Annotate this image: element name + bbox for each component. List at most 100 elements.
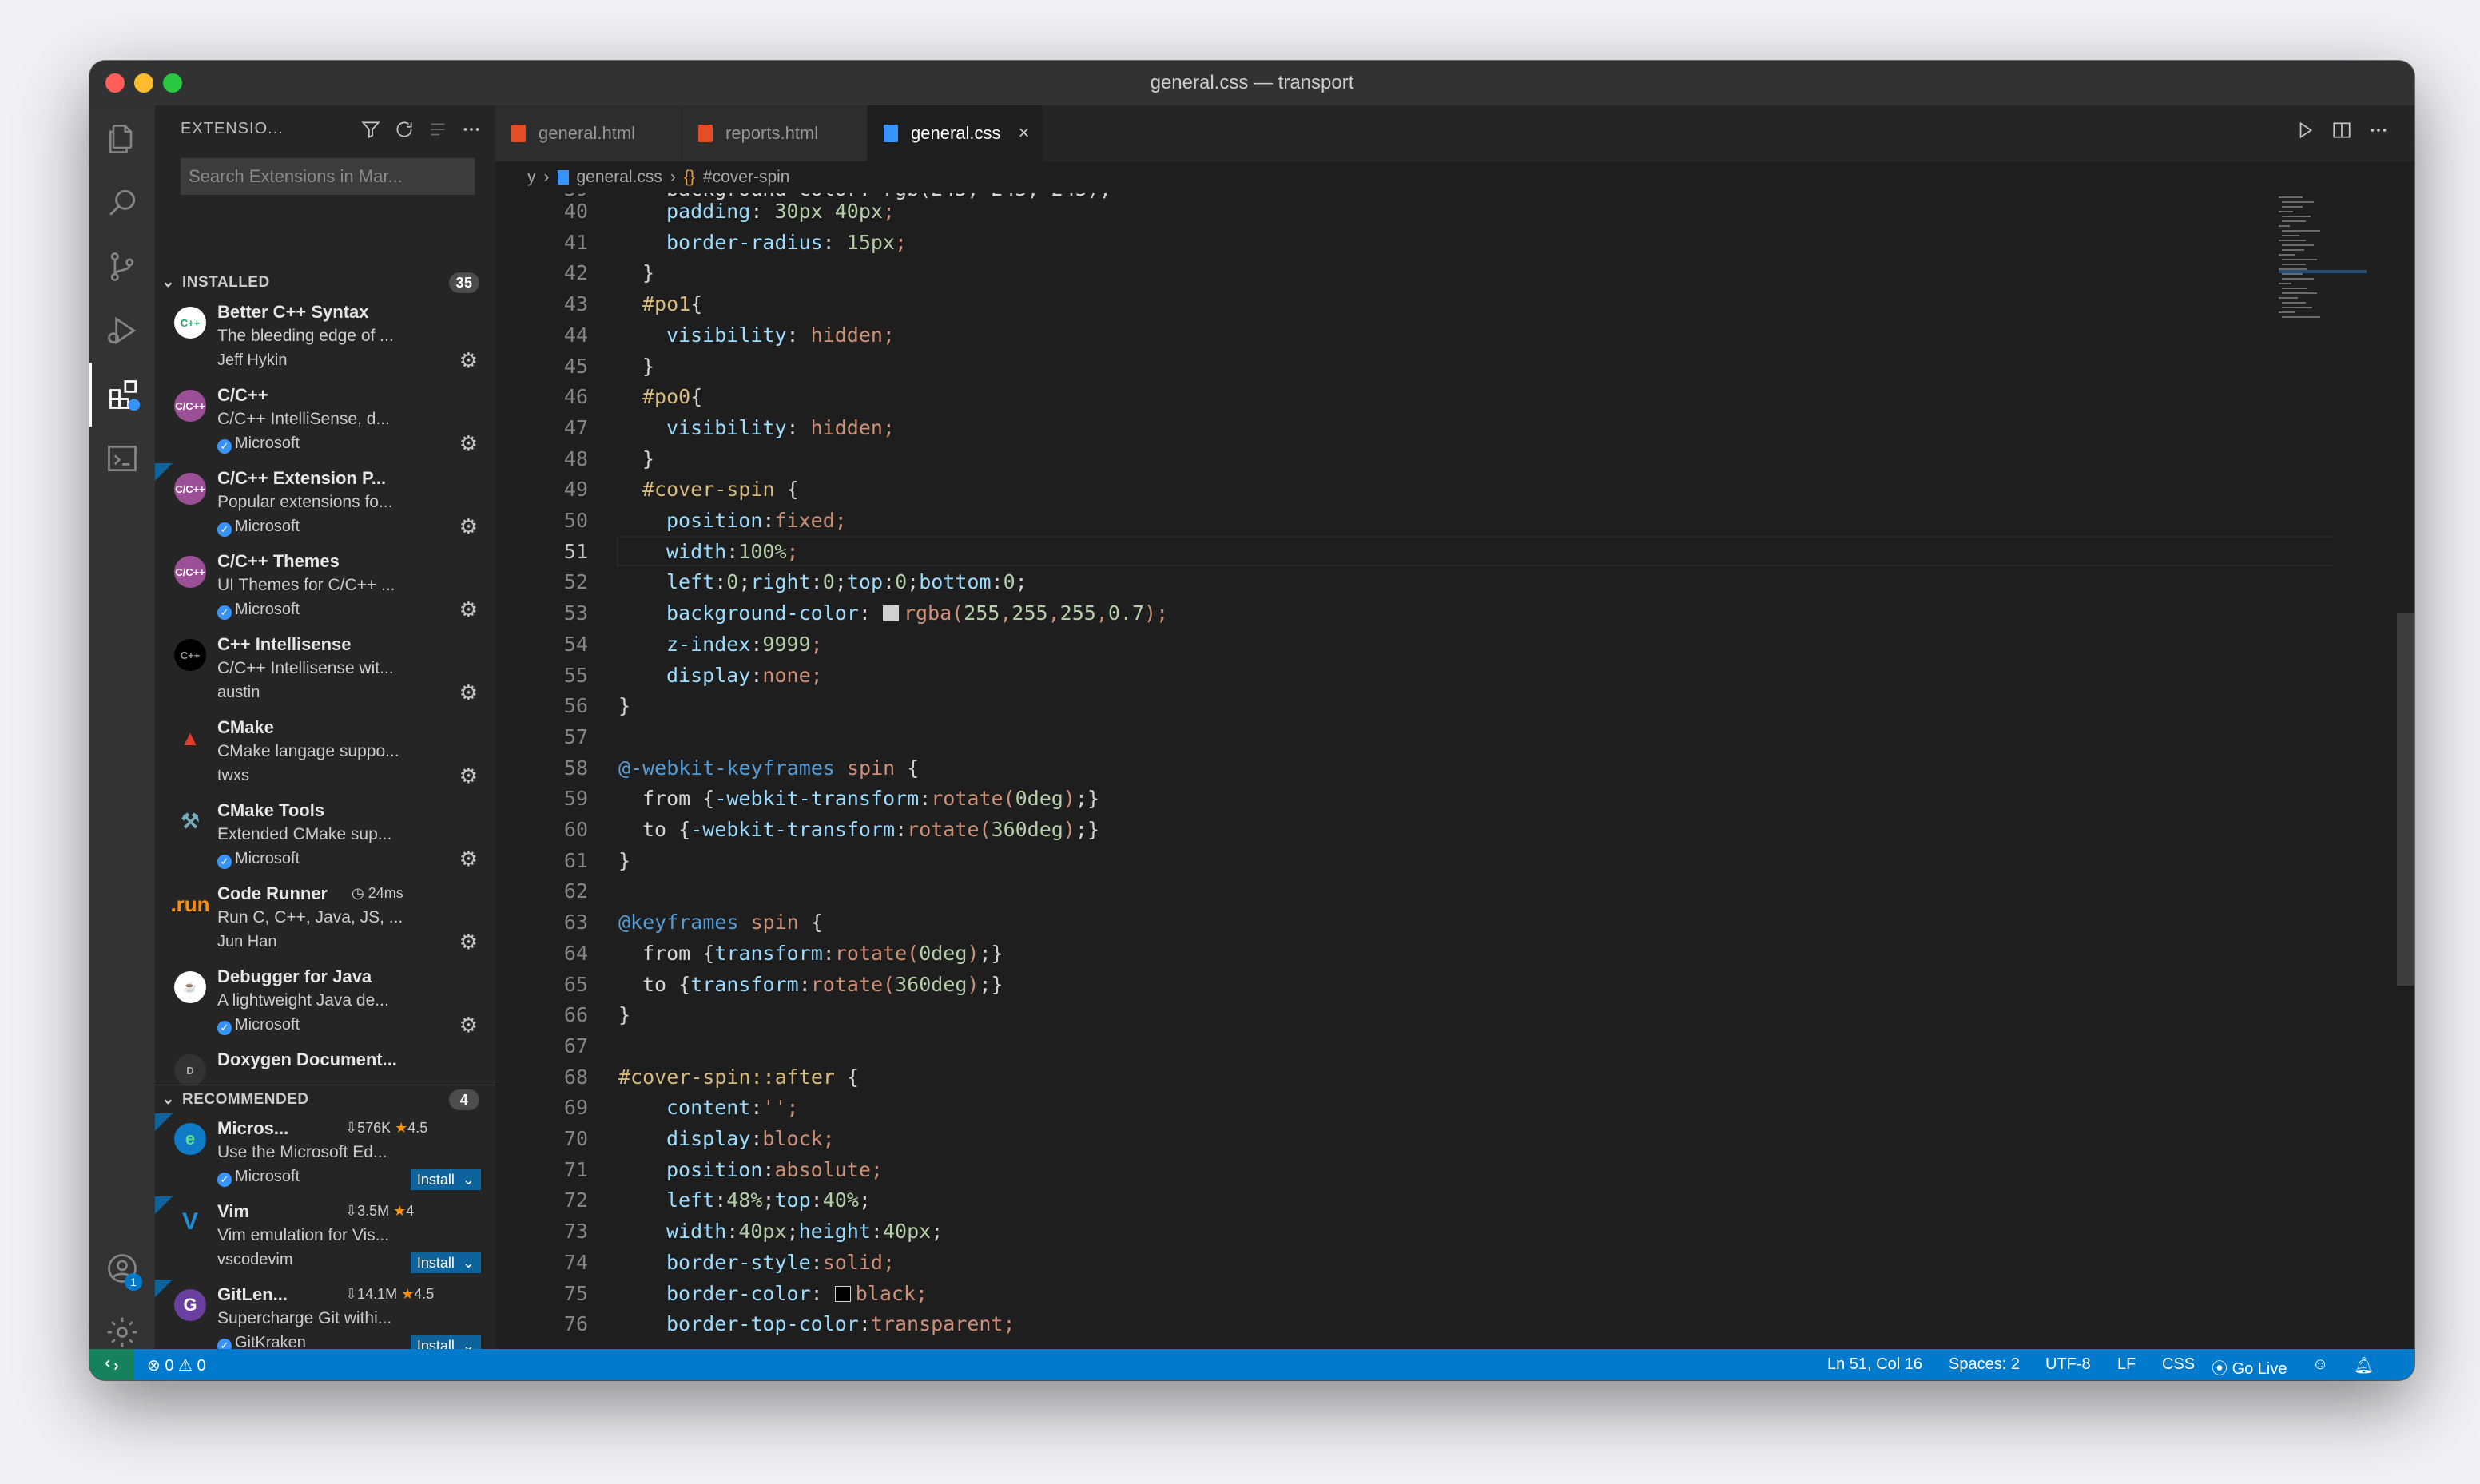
code-line: 47 visibility: hidden; (495, 413, 2333, 443)
accounts-icon[interactable]: 1 (89, 1236, 155, 1300)
chevron-down-icon[interactable]: ⌄ (463, 1335, 475, 1349)
extension-item[interactable]: ☕ Debugger for Java A lightweight Java de.… (155, 962, 495, 1045)
run-file-icon[interactable] (2295, 120, 2315, 146)
line-number: 74 (563, 1250, 588, 1274)
end-of-line[interactable]: LF (2117, 1355, 2136, 1374)
extension-description: The bleeding edge of ... (217, 327, 394, 345)
code-editor[interactable]: 39background-color: rgb(245, 245, 245);4… (495, 193, 2333, 1349)
recommended-extension-item[interactable]: V Vim ⇩3.5M ★4 Vim emulation for Vis... vsco… (155, 1196, 495, 1280)
manage-extension-gear-icon[interactable]: ⚙ (459, 1013, 478, 1038)
split-editor-icon[interactable] (2331, 120, 2352, 146)
tab-general-html[interactable]: general.html (495, 105, 682, 161)
extension-name: Debugger for Java (217, 966, 372, 986)
verified-badge-icon: ✓ (217, 439, 232, 454)
tab-general-css[interactable]: general.css × (868, 105, 1043, 161)
accounts-badge: 1 (125, 1273, 142, 1291)
extension-item[interactable]: C/C++ C/C++ Extension P... Popular extensi… (155, 463, 495, 546)
minimap[interactable] (2279, 193, 2367, 353)
chevron-down-icon[interactable]: ⌄ (463, 1252, 475, 1273)
line-text: display:none; (666, 663, 823, 687)
rating-value: 4.5 (414, 1286, 435, 1302)
indentation[interactable]: Spaces: 2 (1949, 1355, 2020, 1374)
extension-publisher: vscodevim (217, 1251, 292, 1269)
filter-icon[interactable] (360, 118, 382, 141)
manage-extension-gear-icon[interactable]: ⚙ (459, 847, 478, 871)
recommended-extension-item[interactable]: G GitLen... ⇩14.1M ★4.5 Supercharge Git wit… (155, 1280, 495, 1349)
manage-extension-gear-icon[interactable]: ⚙ (459, 680, 478, 705)
code-line: 41 border-radius: 15px; (495, 228, 2333, 258)
sidebar-title: EXTENSIO... (181, 120, 284, 137)
run-debug-icon[interactable] (89, 299, 155, 363)
explorer-icon[interactable] (89, 107, 155, 171)
manage-extension-gear-icon[interactable]: ⚙ (459, 597, 478, 622)
extension-logo-icon: .run (170, 891, 210, 916)
recommended-extension-item[interactable]: e Micros... ⇩576K ★4.5 Use the Microsoft Ed… (155, 1113, 495, 1196)
extension-item[interactable]: C++ C++ Intellisense C/C++ Intellisense wi… (155, 629, 495, 712)
editor-scrollbar[interactable] (2397, 613, 2414, 986)
line-number: 73 (563, 1220, 588, 1244)
source-control-icon[interactable] (89, 235, 155, 299)
code-line: 52 left:0;right:0;top:0;bottom:0; (495, 567, 2333, 597)
manage-extension-gear-icon[interactable]: ⚙ (459, 514, 478, 539)
line-text: width:40px;height:40px; (666, 1220, 944, 1244)
close-tab-icon[interactable]: × (1019, 122, 1030, 145)
download-icon: ⇩ (345, 1120, 358, 1136)
line-number: 68 (563, 1065, 588, 1089)
encoding[interactable]: UTF-8 (2045, 1355, 2091, 1374)
line-text: left:0;right:0;top:0;bottom:0; (666, 570, 1027, 594)
more-editor-actions-icon[interactable] (2368, 120, 2389, 146)
extension-description: Run C, C++, Java, JS, ... (217, 908, 403, 927)
extensions-icon[interactable] (89, 363, 155, 427)
extension-name: CMake (217, 717, 274, 737)
extension-item[interactable]: C/C++ C/C++ C/C++ IntelliSense, d... ✓ Micro… (155, 380, 495, 463)
cursor-position[interactable]: Ln 51, Col 16 (1827, 1355, 1922, 1374)
feedback-icon[interactable]: ☺ (2312, 1355, 2328, 1374)
install-button[interactable]: Install ⌄ (410, 1169, 481, 1190)
line-text: #cover-spin::after { (618, 1065, 860, 1089)
breadcrumb-folder[interactable]: y (527, 168, 536, 187)
manage-extension-gear-icon[interactable]: ⚙ (459, 431, 478, 456)
color-swatch-icon[interactable] (834, 1285, 851, 1302)
install-button[interactable]: Install ⌄ (410, 1335, 481, 1349)
extension-item[interactable]: C++ Better C++ Syntax The bleeding edge of… (155, 297, 495, 380)
line-text: } (618, 1003, 631, 1027)
extension-publisher: twxs (217, 767, 249, 785)
extension-item[interactable]: .run Code Runner ◷ 24ms Run C, C++, Java, J… (155, 879, 495, 962)
download-count: 3.5M (357, 1203, 390, 1219)
remote-explorer-icon[interactable] (89, 427, 155, 490)
remote-indicator[interactable] (89, 1349, 134, 1380)
extension-item[interactable]: ⚒ CMake Tools Extended CMake sup... ✓ Micros… (155, 796, 495, 879)
recommended-section-header[interactable]: ⌄ RECOMMENDED 4 (155, 1085, 495, 1114)
line-text: #po0{ (642, 385, 703, 409)
star-icon: ★ (395, 1120, 408, 1136)
more-actions-icon[interactable] (460, 118, 483, 141)
code-line: 45} (495, 351, 2333, 382)
manage-extension-gear-icon[interactable]: ⚙ (459, 930, 478, 954)
extension-item[interactable]: C/C++ C/C++ Themes UI Themes for C/C++ ...… (155, 546, 495, 629)
notifications-bell-icon[interactable]: 🔔︎ (2354, 1355, 2374, 1375)
line-text: } (642, 261, 655, 285)
refresh-icon[interactable] (393, 118, 415, 141)
manage-extension-gear-icon[interactable]: ⚙ (459, 348, 478, 373)
color-swatch-icon[interactable] (882, 605, 899, 622)
go-live-button[interactable]: ⦿ Go Live (2212, 1355, 2287, 1379)
extension-item[interactable]: ▲ CMake CMake langage suppo... twxs ⚙ (155, 712, 495, 796)
chevron-down-icon[interactable]: ⌄ (463, 1169, 475, 1190)
language-mode[interactable]: CSS (2162, 1355, 2195, 1374)
clear-results-icon[interactable] (427, 118, 449, 141)
code-line: 53 background-color: rgba(255,255,255,0.7… (495, 598, 2333, 629)
install-button[interactable]: Install ⌄ (410, 1252, 481, 1273)
css-file-icon (557, 170, 569, 185)
extension-name: Vim (217, 1201, 249, 1221)
manage-extension-gear-icon[interactable]: ⚙ (459, 764, 478, 788)
line-number: 51 (563, 539, 588, 563)
installed-section-header[interactable]: ⌄ INSTALLED 35 (155, 268, 495, 297)
tab-reports-html[interactable]: reports.html (682, 105, 868, 161)
code-line: 51 width:100%; (495, 535, 2333, 567)
publisher-name: Microsoft (235, 518, 300, 535)
problems-indicator[interactable]: ⊗ 0 ⚠ 0 (147, 1355, 206, 1375)
breadcrumb-symbol[interactable]: #cover-spin (703, 168, 790, 187)
breadcrumb-file[interactable]: general.css (577, 168, 662, 187)
search-icon[interactable] (89, 171, 155, 235)
extensions-search-input[interactable]: Search Extensions in Mar... (181, 158, 475, 195)
